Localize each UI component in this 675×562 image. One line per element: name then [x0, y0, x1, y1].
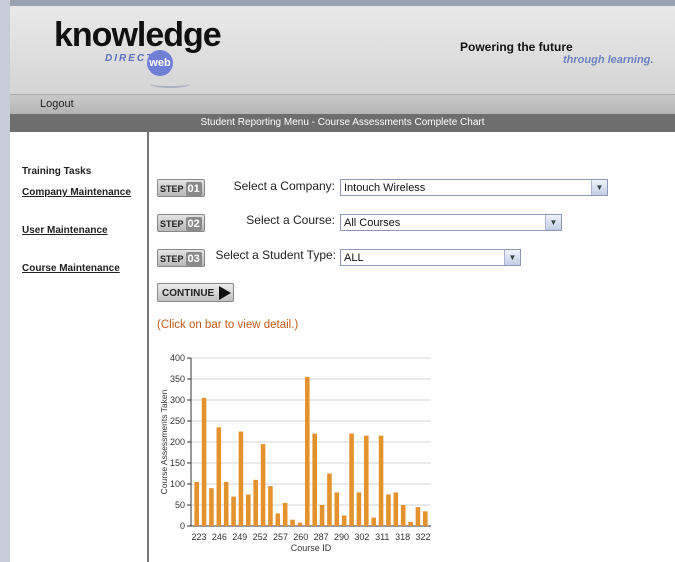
chart-bar[interactable] [378, 435, 384, 526]
step-3-badge: STEP 03 [157, 249, 205, 267]
x-tick-label: 302 [354, 532, 369, 542]
x-tick-label: 287 [314, 532, 329, 542]
chart-bar[interactable] [253, 479, 258, 526]
y-axis-label: Course Assessments Taken [159, 389, 169, 494]
course-select-value: All Courses [344, 217, 401, 229]
x-tick-label: 260 [293, 532, 308, 542]
chart-bar[interactable] [231, 496, 236, 526]
chart-bar[interactable] [408, 521, 413, 526]
chart-bar[interactable] [216, 427, 222, 526]
x-tick-label: 246 [212, 532, 227, 542]
tagline-line1: Powering the future [460, 40, 573, 54]
chart-bar[interactable] [275, 513, 281, 526]
x-tick-label: 311 [375, 532, 389, 542]
sidebar-link-company-maintenance[interactable]: Company Maintenance [22, 187, 131, 198]
company-label: Select a Company: [233, 179, 335, 193]
student-type-select-value: ALL [344, 252, 364, 264]
y-tick-label: 0 [180, 521, 185, 531]
y-tick-label: 400 [170, 353, 185, 363]
step-3-number: 03 [185, 252, 202, 266]
course-assessments-chart: 0 50 100 150 200 250 300 350 400 223 246 249 252 257 2… [159, 353, 431, 553]
sidebar-link-course-maintenance[interactable]: Course Maintenance [22, 263, 120, 274]
y-tick-label: 250 [170, 416, 185, 426]
chart-bar[interactable] [341, 515, 347, 527]
continue-button[interactable]: CONTINUE [157, 283, 234, 302]
logo-badge: web [147, 50, 173, 76]
step-1-badge: STEP 01 [157, 179, 205, 197]
y-tick-label: 350 [170, 374, 185, 384]
student-type-label: Select a Student Type: [215, 248, 336, 262]
company-select[interactable]: Intouch Wireless ▼ [340, 179, 608, 196]
chart-bar[interactable] [194, 481, 199, 526]
step-2-badge-text: STEP [160, 219, 184, 229]
chart-bar[interactable] [386, 494, 391, 527]
chart-bar[interactable] [290, 519, 295, 526]
y-tick-label: 300 [170, 395, 185, 405]
y-tick-label: 50 [175, 500, 185, 510]
chart-bar[interactable] [312, 433, 317, 526]
chevron-down-icon[interactable]: ▼ [504, 250, 520, 265]
y-tick-label: 200 [170, 437, 185, 447]
sidebar-link-user-maintenance[interactable]: User Maintenance [22, 225, 108, 236]
chart-bar[interactable] [238, 431, 244, 527]
x-axis-label: Course ID [291, 543, 332, 553]
x-tick-label: 322 [415, 532, 430, 542]
step-1-badge-text: STEP [160, 184, 184, 194]
logo-text: knowledge [54, 16, 222, 54]
chevron-down-icon[interactable]: ▼ [545, 215, 561, 230]
company-select-value: Intouch Wireless [344, 182, 426, 194]
top-nav-bar: Logout [10, 94, 675, 115]
chart-bar[interactable] [282, 502, 288, 526]
header: knowledge DIRECT web Powering the future… [10, 6, 675, 94]
chart-bar[interactable] [393, 492, 399, 526]
x-tick-label: 318 [395, 532, 410, 542]
chart-bar[interactable] [297, 522, 303, 526]
chart-bar[interactable] [371, 517, 376, 526]
step-1-number: 01 [185, 182, 202, 196]
continue-button-label: CONTINUE [162, 288, 215, 299]
chart-bar[interactable] [246, 494, 251, 527]
sidebar: Training Tasks Company Maintenance User … [10, 132, 149, 562]
chart-bar[interactable] [319, 505, 325, 526]
logo-swoosh-icon [150, 80, 190, 88]
chart-hint: (Click on bar to view detail.) [157, 319, 299, 331]
chart-bar[interactable] [268, 486, 273, 526]
x-tick-label: 257 [273, 532, 288, 542]
chart-bar[interactable] [349, 433, 354, 526]
chart-bar[interactable] [334, 492, 340, 526]
chart-bar[interactable] [415, 507, 421, 526]
y-tick-label: 100 [170, 479, 185, 489]
chart-bar[interactable] [209, 488, 214, 526]
play-arrow-icon [219, 286, 231, 300]
sidebar-heading: Training Tasks [22, 166, 92, 177]
chevron-down-icon[interactable]: ▼ [591, 180, 607, 195]
step-3-badge-text: STEP [160, 254, 184, 264]
chart-bar[interactable] [327, 473, 332, 527]
course-label: Select a Course: [246, 213, 335, 227]
course-select[interactable]: All Courses ▼ [340, 214, 562, 231]
chart-bar[interactable] [223, 481, 229, 526]
step-2-badge: STEP 02 [157, 214, 205, 232]
x-tick-label: 223 [191, 532, 206, 542]
chart-bar[interactable] [356, 492, 362, 526]
x-tick-label: 290 [334, 532, 349, 542]
chart-bar[interactable] [305, 376, 310, 526]
chart-bar[interactable] [260, 444, 266, 526]
chart-bar[interactable] [201, 397, 207, 526]
window-left-border [0, 0, 10, 562]
page-title: Student Reporting Menu - Course Assessme… [10, 114, 675, 132]
chart-bar[interactable] [400, 505, 406, 526]
chart-bar[interactable] [423, 511, 428, 526]
tagline-line2: through learning. [563, 54, 654, 66]
x-tick-label: 252 [253, 532, 268, 542]
student-type-select[interactable]: ALL ▼ [340, 249, 521, 266]
y-tick-label: 150 [170, 458, 185, 468]
chart-bar[interactable] [364, 435, 369, 526]
logout-link[interactable]: Logout [40, 98, 74, 110]
step-2-number: 02 [185, 217, 202, 231]
x-tick-label: 249 [232, 532, 247, 542]
